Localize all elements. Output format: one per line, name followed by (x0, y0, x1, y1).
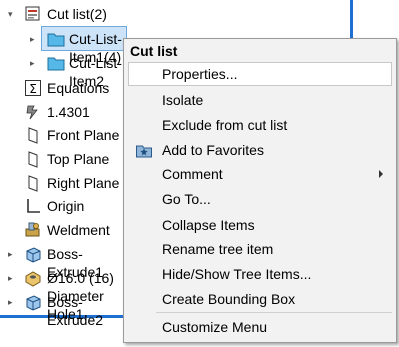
menu-item-properties[interactable]: Properties... (128, 62, 392, 86)
tree-item-cut-list[interactable]: Cut list(2) (47, 5, 107, 23)
plane-icon (24, 174, 42, 192)
boss-extrude-icon (24, 245, 42, 263)
tree-item-equations[interactable]: Equations (47, 79, 109, 97)
folder-icon (47, 54, 65, 72)
menu-item-label: Isolate (162, 92, 204, 108)
menu-item-customize-menu[interactable]: Customize Menu (125, 315, 395, 339)
sigma-icon: Σ (24, 79, 42, 97)
context-menu-title: Cut list (130, 43, 178, 59)
tree-item-right-plane[interactable]: Right Plane (47, 174, 119, 192)
expand-arrow-icon[interactable]: ▸ (8, 296, 18, 308)
menu-item-comment[interactable]: Comment (125, 162, 395, 186)
hole-icon (24, 269, 42, 287)
tree-item-top-plane[interactable]: Top Plane (47, 150, 109, 168)
plane-icon (24, 126, 42, 144)
expand-arrow-icon[interactable]: ▸ (8, 272, 18, 284)
menu-item-label: Add to Favorites (162, 142, 264, 158)
tree-item-boss-extrude2[interactable]: Boss-Extrude2 (47, 293, 123, 329)
expand-arrow-icon[interactable]: ▸ (8, 248, 18, 260)
menu-item-rename-tree-item[interactable]: Rename tree item (125, 237, 395, 261)
favorites-star-icon (135, 141, 153, 159)
menu-item-label: Properties... (162, 66, 238, 82)
material-icon (24, 103, 42, 121)
origin-icon (24, 197, 42, 215)
menu-separator (156, 312, 392, 313)
menu-item-label: Hide/Show Tree Items... (162, 266, 312, 282)
submenu-arrow-icon (379, 170, 383, 178)
plane-icon (24, 150, 42, 168)
tree-item-front-plane[interactable]: Front Plane (47, 126, 119, 144)
weldment-icon (24, 221, 42, 239)
menu-item-add-to-favorites[interactable]: Add to Favorites (125, 138, 395, 162)
menu-item-create-bounding-box[interactable]: Create Bounding Box (125, 287, 395, 311)
menu-item-hide-show-tree-items[interactable]: Hide/Show Tree Items... (125, 262, 395, 286)
boss-extrude-icon (24, 293, 42, 311)
folder-icon (47, 30, 65, 48)
menu-item-label: Comment (162, 166, 223, 182)
context-menu: Cut list Properties... Isolate Exclude f… (123, 38, 397, 343)
expand-arrow-icon[interactable]: ▸ (30, 57, 40, 69)
menu-item-go-to[interactable]: Go To... (125, 187, 395, 211)
menu-item-label: Customize Menu (162, 319, 268, 335)
collapse-arrow-icon[interactable]: ▾ (8, 8, 18, 20)
tree-item-weldment[interactable]: Weldment (47, 221, 110, 239)
svg-text:Σ: Σ (29, 82, 37, 96)
menu-item-label: Rename tree item (162, 241, 274, 257)
cut-list-icon (24, 5, 42, 23)
tree-item-origin[interactable]: Origin (47, 197, 84, 215)
menu-item-label: Create Bounding Box (162, 291, 296, 307)
menu-item-label: Exclude from cut list (162, 117, 288, 133)
menu-item-exclude-from-cut-list[interactable]: Exclude from cut list (125, 113, 395, 137)
expand-arrow-icon[interactable]: ▸ (30, 33, 40, 45)
menu-item-label: Go To... (162, 191, 211, 207)
menu-item-collapse-items[interactable]: Collapse Items (125, 213, 395, 237)
menu-item-isolate[interactable]: Isolate (125, 88, 395, 112)
tree-item-material[interactable]: 1.4301 (47, 103, 90, 121)
menu-item-label: Collapse Items (162, 217, 255, 233)
